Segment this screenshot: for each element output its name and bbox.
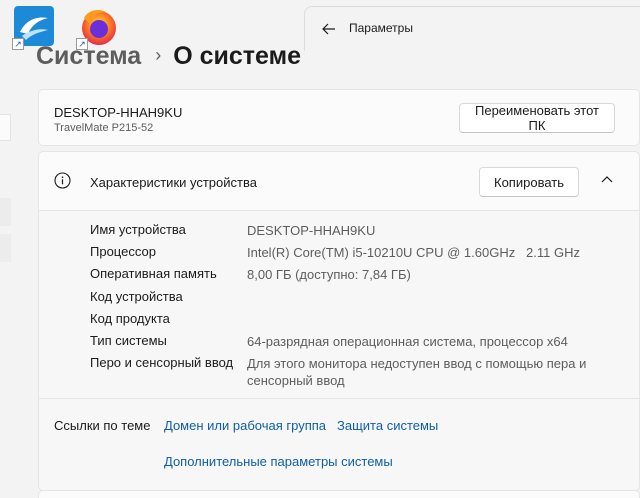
spec-value: Intel(R) Core(TM) i5-10210U CPU @ 1.60GH… [247,245,580,260]
specs-header[interactable]: Характеристики устройства Копировать [39,152,639,211]
spec-value: Для этого монитора недоступен ввод с пом… [247,356,587,388]
spec-label: Процессор [90,244,156,259]
rename-pc-button[interactable]: Переименовать этот ПК [459,103,615,133]
specs-title: Характеристики устройства [90,175,257,190]
nav-item[interactable] [0,198,11,226]
back-button[interactable] [315,15,343,43]
spec-label: Перо и сенсорный ввод [90,355,234,370]
app-title: Параметры [349,21,413,35]
advanced-system-settings-link[interactable]: Дополнительные параметры системы [164,454,393,469]
domain-workgroup-link[interactable]: Домен или рабочая группа [164,418,326,433]
spec-label: Имя устройства [90,222,186,237]
spec-label: Код устройства [90,289,183,304]
breadcrumb: Система › О системе [36,40,301,74]
arrow-left-icon [322,23,335,35]
nav-item[interactable] [0,234,11,262]
spec-value: 64-разрядная операционная система, проце… [247,334,568,349]
system-protection-link[interactable]: Защита системы [337,418,438,433]
copy-button[interactable]: Копировать [479,167,579,197]
next-card [38,490,640,498]
title-bar: Параметры [304,6,640,51]
shortcut-arrow-icon: ↗ [12,38,24,50]
breadcrumb-parent[interactable]: Система [36,42,141,70]
spec-value: 8,00 ГБ (доступно: 7,84 ГБ) [247,267,411,282]
spec-label: Код продукта [90,311,170,326]
device-name: DESKTOP-HHAH9KU [54,105,183,120]
nav-search-box[interactable] [0,114,11,141]
chevron-up-icon[interactable] [599,172,615,188]
device-name-card: DESKTOP-HHAH9KU TravelMate P215-52 Переи… [38,89,640,146]
info-icon [54,172,71,189]
device-specs-card: Характеристики устройства Копировать Имя… [38,151,640,491]
spec-value: DESKTOP-HHAH9KU [247,223,376,238]
page-title: О системе [173,42,302,70]
divider [39,398,639,399]
related-links-label: Ссылки по теме [54,418,151,433]
settings-window: ↗ ↗ Параметры Система › О системе DESKTO… [0,0,640,498]
spec-label: Тип системы [90,333,167,348]
breadcrumb-chevron-icon: › [155,45,162,65]
spec-label: Оперативная память [90,266,217,281]
device-model: TravelMate P215-52 [54,122,154,134]
